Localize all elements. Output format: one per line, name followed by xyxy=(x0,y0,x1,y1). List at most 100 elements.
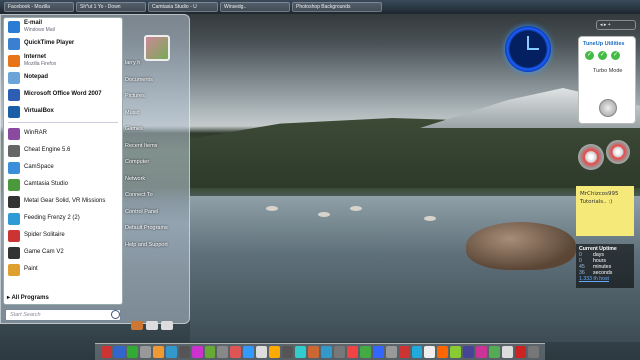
pinned-item[interactable]: QuickTime Player xyxy=(4,35,122,52)
shutdown-options-arrow[interactable] xyxy=(161,321,173,330)
dock-app-icon[interactable] xyxy=(333,346,345,358)
tuneup-gadget[interactable]: TuneUp Utilities ✓ ✓ ✓ Turbo Mode xyxy=(578,36,636,124)
media-gadget[interactable] xyxy=(578,140,636,176)
recent-item[interactable]: Paint xyxy=(4,261,122,278)
dock xyxy=(95,343,545,360)
dock-app-icon[interactable] xyxy=(463,346,475,358)
pinned-item[interactable]: Microsoft Office Word 2007 xyxy=(4,86,122,103)
recent-item[interactable]: Spider Solitaire xyxy=(4,227,122,244)
right-link[interactable]: Control Panel xyxy=(125,204,187,221)
bird xyxy=(350,206,362,211)
power-button[interactable] xyxy=(131,321,143,330)
dock-app-icon[interactable] xyxy=(385,346,397,358)
item-title: QuickTime Player xyxy=(24,40,75,46)
recent-item[interactable]: CamSpace xyxy=(4,159,122,176)
taskbar: Facebook - Mozilla Sh*ut 1 Yo - Down Cam… xyxy=(0,0,640,14)
right-link[interactable]: Games xyxy=(125,121,187,138)
quicktime-icon xyxy=(8,37,20,50)
right-link[interactable]: Connect To xyxy=(125,187,187,204)
turbo-mode-button[interactable] xyxy=(599,99,617,117)
clock-minute-hand xyxy=(527,48,539,50)
dock-app-icon[interactable] xyxy=(308,346,319,358)
item-title: Cheat Engine 5.6 xyxy=(24,147,71,153)
right-link[interactable]: Music xyxy=(125,105,187,122)
dock-app-icon[interactable] xyxy=(372,346,384,358)
uptime-gadget[interactable]: Current Uptime 0 days 0 hours 45 minutes 36 sec… xyxy=(576,244,634,288)
dock-app-icon[interactable] xyxy=(139,346,151,358)
all-programs-button[interactable]: ▸ All Programs xyxy=(7,294,49,301)
item-subtitle: Windows Mail xyxy=(24,26,55,33)
recent-item[interactable]: Metal Gear Solid, VR Missions xyxy=(4,193,122,210)
dock-app-icon[interactable] xyxy=(178,346,190,358)
item-title: Feeding Frenzy 2 (2) xyxy=(24,215,80,221)
sticky-note-gadget[interactable]: MrChizcos995 Tutorials.. :) xyxy=(576,186,634,236)
right-link[interactable]: Documents xyxy=(125,72,187,89)
camtasia-icon xyxy=(8,178,20,191)
item-title: Paint xyxy=(24,266,38,272)
check-icon: ✓ xyxy=(598,51,607,60)
uptime-link[interactable]: 1.333 th host xyxy=(579,276,631,282)
dock-app-icon[interactable] xyxy=(411,346,423,358)
dock-app-icon[interactable] xyxy=(101,346,112,358)
dock-app-icon[interactable] xyxy=(204,346,216,358)
dock-app-icon[interactable] xyxy=(126,346,138,358)
all-programs-label: All Programs xyxy=(11,295,49,301)
item-title: Camtasia Studio xyxy=(24,181,69,187)
dock-app-icon[interactable] xyxy=(398,346,410,358)
right-link[interactable]: Default Programs xyxy=(125,220,187,237)
taskbar-button[interactable]: Camtasia Studio - U xyxy=(148,2,218,12)
dock-app-icon[interactable] xyxy=(243,346,255,358)
start-menu: E-mail Windows Mail QuickTime Player Intern… xyxy=(0,14,190,330)
pinned-item[interactable]: E-mail Windows Mail xyxy=(4,18,122,35)
dock-app-icon[interactable] xyxy=(113,346,125,358)
recent-item[interactable]: Camtasia Studio xyxy=(4,176,122,193)
search-input[interactable]: Start Search xyxy=(5,309,121,321)
dock-app-icon[interactable] xyxy=(295,346,306,358)
dock-app-icon[interactable] xyxy=(346,346,358,358)
pinned-item[interactable]: Internet Mozilla Firefox xyxy=(4,52,122,69)
dock-app-icon[interactable] xyxy=(515,346,526,358)
dock-app-icon[interactable] xyxy=(217,346,229,358)
right-link[interactable]: Network xyxy=(125,171,187,188)
right-link[interactable]: larry h xyxy=(125,55,187,72)
search-icon[interactable] xyxy=(111,310,120,319)
dock-app-icon[interactable] xyxy=(450,346,462,358)
taskbar-button[interactable]: Photoshop Backgrounds xyxy=(292,2,382,12)
dock-app-icon[interactable] xyxy=(152,346,164,358)
power-controls xyxy=(131,321,181,331)
taskbar-button[interactable]: Sh*ut 1 Yo - Down xyxy=(76,2,146,12)
firefox-icon xyxy=(8,54,20,67)
dock-app-icon[interactable] xyxy=(489,346,501,358)
dock-app-icon[interactable] xyxy=(320,346,332,358)
dock-app-icon[interactable] xyxy=(269,346,281,358)
taskbar-button[interactable]: Winsedg.. xyxy=(220,2,290,12)
recent-item[interactable]: Cheat Engine 5.6 xyxy=(4,142,122,159)
dock-app-icon[interactable] xyxy=(502,346,513,358)
right-link[interactable]: Help and Support xyxy=(125,237,187,254)
recent-item[interactable]: Feeding Frenzy 2 (2) xyxy=(4,210,122,227)
recent-item[interactable]: Game Cam V2 xyxy=(4,244,122,261)
dock-app-icon[interactable] xyxy=(476,346,488,358)
pinned-item[interactable]: VirtualBox xyxy=(4,103,122,120)
dock-app-icon[interactable] xyxy=(359,346,371,358)
dock-app-icon[interactable] xyxy=(282,346,294,358)
right-link[interactable]: Pictures xyxy=(125,88,187,105)
dock-app-icon[interactable] xyxy=(165,346,177,358)
sidebar-controls[interactable]: ◂ ▸ + xyxy=(596,20,636,30)
taskbar-button[interactable]: Facebook - Mozilla xyxy=(4,2,74,12)
lock-button[interactable] xyxy=(146,321,158,330)
pinned-item[interactable]: Notepad xyxy=(4,69,122,86)
right-link[interactable]: Recent Items xyxy=(125,138,187,155)
dock-app-icon[interactable] xyxy=(230,346,242,358)
dock-app-icon[interactable] xyxy=(437,346,449,358)
right-link[interactable]: Computer xyxy=(125,154,187,171)
dock-app-icon[interactable] xyxy=(191,346,203,358)
dock-app-icon[interactable] xyxy=(527,346,539,358)
clock-gadget[interactable] xyxy=(505,26,551,72)
bird xyxy=(424,216,436,221)
bird xyxy=(318,212,330,217)
recent-item[interactable]: WinRAR xyxy=(4,125,122,142)
item-title: Spider Solitaire xyxy=(24,232,65,238)
dock-app-icon[interactable] xyxy=(256,346,268,358)
dock-app-icon[interactable] xyxy=(424,346,436,358)
